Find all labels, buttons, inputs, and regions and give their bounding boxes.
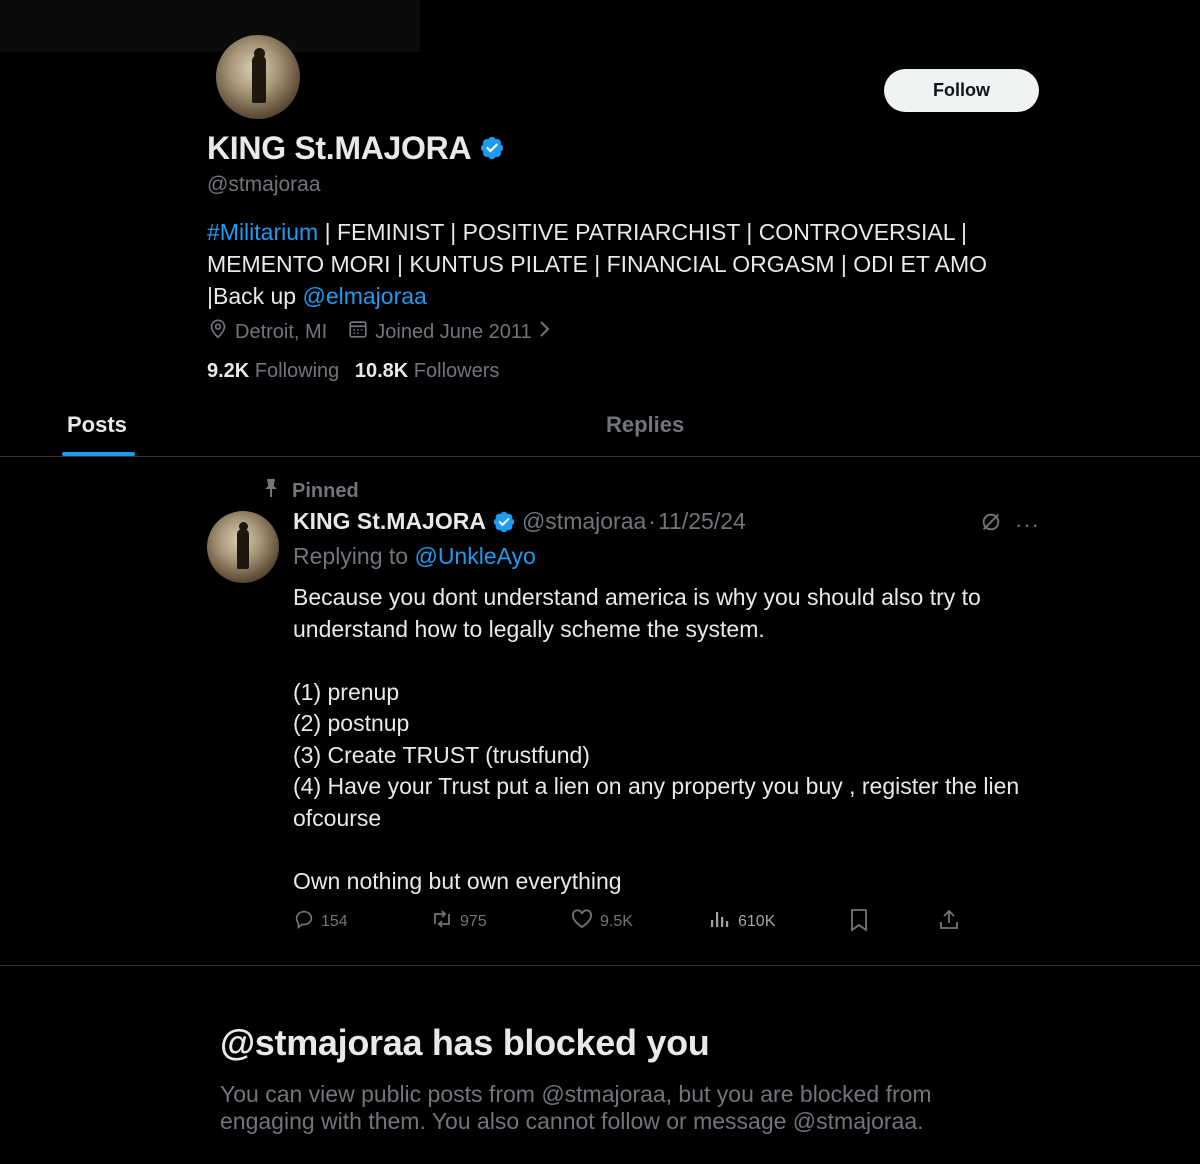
post-line: (4) Have your Trust put a lien on any pr…	[293, 773, 1020, 831]
profile-name: KING St.MAJORA	[207, 130, 472, 166]
post-separator: ·	[648, 508, 656, 534]
post-verified-badge-icon[interactable]	[492, 510, 516, 534]
profile-meta: Detroit, MI Joined June 2011	[207, 318, 578, 346]
tabs-divider	[0, 456, 1200, 457]
post-line: (1) prenup	[293, 678, 400, 705]
replying-to-link[interactable]: @UnkleAyo	[414, 543, 535, 569]
joined-item[interactable]: Joined June 2011	[347, 318, 557, 346]
tab-replies[interactable]: Replies	[606, 412, 684, 438]
followers-label: Followers	[413, 360, 500, 382]
profile-bio: #Militarium | FEMINIST | POSITIVE PATRIA…	[207, 216, 1037, 312]
following-stat[interactable]: 9.2K Following	[207, 360, 339, 382]
post-line: (2) postnup	[293, 710, 410, 736]
more-icon[interactable]: ···	[1015, 512, 1040, 538]
like-action[interactable]: 9.5K	[570, 908, 633, 935]
post-line: Own nothing but own everything	[293, 867, 622, 894]
joined-text: Joined June 2011	[375, 320, 532, 343]
bookmark-action[interactable]	[848, 908, 876, 937]
grok-icon[interactable]	[980, 511, 1002, 538]
profile-handle: @stmajoraa	[207, 173, 321, 196]
follow-stats: 9.2K Following 10.8K Followers	[207, 360, 499, 383]
post-line: (3) Create TRUST (trustfund)	[293, 741, 590, 768]
post-avatar[interactable]	[207, 511, 279, 583]
replying-to-row: Replying to @UnkleAyo	[293, 543, 536, 570]
post-line: Because you dont understand america is w…	[293, 584, 981, 642]
post-divider	[0, 965, 1200, 966]
reply-icon	[293, 908, 321, 935]
pin-icon	[262, 478, 280, 504]
share-action[interactable]	[937, 908, 967, 937]
views-icon	[708, 908, 738, 935]
location-item: Detroit, MI	[207, 318, 327, 346]
pinned-label-row: Pinned	[262, 478, 359, 504]
bookmark-icon	[848, 908, 876, 937]
profile-name-row: KING St.MAJORA	[207, 130, 505, 169]
follow-button[interactable]: Follow	[884, 69, 1039, 112]
pinned-text: Pinned	[292, 479, 359, 502]
replying-prefix: Replying to	[293, 543, 415, 569]
post-date[interactable]: 11/25/24	[658, 508, 746, 535]
profile-avatar[interactable]	[216, 35, 300, 119]
post-header: KING St.MAJORA @stmajoraa · 11/25/24	[293, 508, 746, 535]
verified-badge-icon[interactable]	[479, 132, 505, 169]
post-body: Because you dont understand america is w…	[293, 582, 1053, 897]
followers-stat[interactable]: 10.8K Followers	[355, 360, 500, 382]
followers-count: 10.8K	[354, 360, 409, 382]
repost-action[interactable]: 975	[430, 908, 487, 935]
reply-count: 154	[321, 912, 348, 930]
reply-action[interactable]: 154	[293, 908, 348, 935]
repost-icon	[430, 908, 460, 935]
like-count: 9.5K	[600, 912, 633, 930]
views-action[interactable]: 610K	[708, 908, 775, 935]
bio-hashtag-link[interactable]: #Militarium	[207, 219, 318, 245]
like-icon	[570, 908, 600, 935]
views-count: 610K	[738, 912, 776, 930]
location-icon	[207, 318, 235, 346]
top-header-strip	[0, 0, 420, 52]
blocked-title: @stmajoraa has blocked you	[220, 1022, 710, 1063]
following-label: Following	[254, 360, 340, 382]
post-author-name[interactable]: KING St.MAJORA	[293, 508, 486, 535]
location-text: Detroit, MI	[235, 320, 328, 343]
calendar-icon	[347, 318, 375, 346]
blocked-message: You can view public posts from @stmajora…	[220, 1081, 932, 1134]
chevron-right-icon	[538, 319, 558, 345]
repost-count: 975	[460, 912, 487, 930]
bio-mention-link[interactable]: @elmajoraa	[302, 283, 426, 309]
following-count: 9.2K	[207, 360, 250, 382]
post-author-handle[interactable]: @stmajoraa	[522, 508, 646, 535]
tab-posts[interactable]: Posts	[67, 412, 127, 438]
share-icon	[937, 908, 967, 937]
